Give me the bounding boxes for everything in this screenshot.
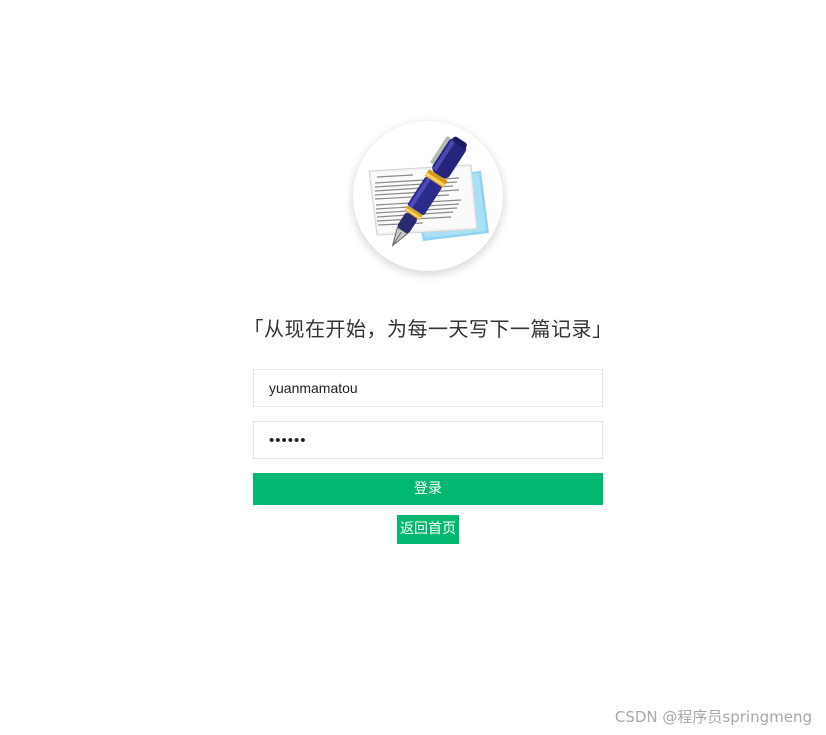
logo: [353, 121, 503, 271]
password-field[interactable]: [253, 421, 603, 459]
watermark: CSDN @程序员springmeng: [614, 708, 812, 726]
slogan: 「从现在开始，为每一天写下一篇记录」: [243, 317, 613, 341]
login-page: 「从现在开始，为每一天写下一篇记录」 登录 返回首页 CSDN @程序员spri…: [0, 0, 826, 735]
login-button[interactable]: 登录: [253, 473, 603, 505]
back-home-button[interactable]: 返回首页: [397, 515, 459, 544]
username-field[interactable]: [253, 369, 603, 407]
username-input[interactable]: [254, 370, 602, 406]
pen-and-document-icon: [368, 136, 489, 247]
password-input[interactable]: [254, 422, 602, 458]
